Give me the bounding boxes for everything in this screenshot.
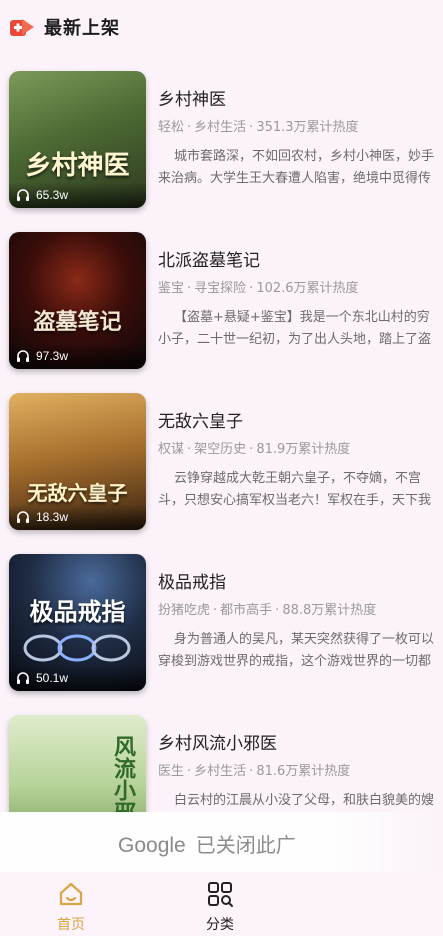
- book-description: 【盗墓+悬疑+鉴宝】我是一个东北山村的穷小子，二十世一纪初，为了出人头地，踏上了…: [158, 310, 432, 347]
- book-title: 乡村风流小邪医: [158, 734, 277, 754]
- ad-closed-label: 已关闭此广: [195, 835, 296, 857]
- book-tag: 医生: [158, 764, 185, 779]
- book-info[interactable]: 北派盗墓笔记 鉴宝 · 寻宝探险 · 102.6万累计热度 【盗墓+悬疑+鉴宝】我是一个…: [158, 249, 436, 351]
- headphones-icon: [17, 350, 29, 362]
- book-tag: 扮猪吃虎: [158, 603, 211, 618]
- cover-title: 乡村神医: [25, 151, 130, 181]
- book-heat: 88.8万累计热度: [282, 603, 377, 618]
- book-description: 白云村的江晨从小没了父母，和肤白貌美的嫂子相依为命。: [174, 793, 435, 808]
- list-item[interactable]: 乡村神医 65.3w 乡村神医 轻松 · 乡村生活 · 351.3万累计热度 城市套路深…: [0, 56, 443, 217]
- play-count-bar: 65.3w: [9, 182, 146, 208]
- book-tag: 权谋: [158, 442, 185, 457]
- list-item[interactable]: 极品戒指 50.1w 极品戒指 扮猪吃虎 · 都市高手 · 88.8万累计热度 身为普通…: [0, 539, 443, 700]
- book-heat: 351.3万累计热度: [256, 120, 359, 135]
- cover-title: 极品戒指: [29, 597, 126, 626]
- play-count: 65.3w: [36, 188, 69, 202]
- app-logo-icon: [10, 19, 34, 36]
- book-category: 乡村生活: [194, 120, 247, 135]
- book-category: 架空历史: [194, 442, 247, 457]
- book-meta: 扮猪吃虎 · 都市高手 · 88.8万累计热度: [158, 603, 377, 618]
- book-cover[interactable]: 乡村神医 65.3w: [9, 71, 146, 208]
- book-description: 云铮穿越成大乾王朝六皇子，不夺嫡，不宫斗，只想安心搞军权当老六！军权在手，天下我…: [158, 471, 432, 508]
- book-meta: 医生 · 乡村生活 · 81.6万累计热度: [158, 764, 351, 779]
- book-category: 寻宝探险: [194, 281, 247, 296]
- play-count-bar: 97.3w: [9, 343, 146, 369]
- book-heat: 81.9万累计热度: [256, 442, 351, 457]
- list-item[interactable]: 风流小邪医 乡村风流小邪医 医生 · 乡村生活 · 81.6万累计热度 白云村的江晨从小…: [0, 700, 443, 813]
- book-tag: 轻松: [158, 120, 185, 135]
- section-title: 最新上架: [44, 18, 120, 39]
- nav-home[interactable]: 首页: [21, 872, 121, 936]
- book-meta: 鉴宝 · 寻宝探险 · 102.6万累计热度: [158, 281, 359, 296]
- book-description: 身为普通人的吴凡，某天突然获得了一枚可以穿梭到游戏世界的戒指，这个游戏世界的一切…: [158, 632, 435, 669]
- bottom-nav: 首页 分类: [0, 872, 443, 936]
- book-title: 无敌六皇子: [158, 412, 243, 432]
- book-info[interactable]: 乡村风流小邪医 医生 · 乡村生活 · 81.6万累计热度 白云村的江晨从小没了父母，和…: [158, 732, 436, 813]
- book-info[interactable]: 极品戒指 扮猪吃虎 · 都市高手 · 88.8万累计热度 身为普通人的吴凡，某天突然获得…: [158, 571, 436, 673]
- book-info[interactable]: 乡村神医 轻松 · 乡村生活 · 351.3万累计热度 城市套路深，不如回农村，乡村小神…: [158, 88, 436, 190]
- book-cover[interactable]: 盗墓笔记 97.3w: [9, 232, 146, 369]
- play-count: 18.3w: [36, 510, 69, 524]
- play-count: 97.3w: [36, 349, 69, 363]
- book-meta: 权谋 · 架空历史 · 81.9万累计热度: [158, 442, 351, 457]
- book-heat: 81.6万累计热度: [256, 764, 351, 779]
- category-grid-icon: [208, 882, 233, 907]
- nav-home-label: 首页: [57, 917, 85, 933]
- book-tag: 鉴宝: [158, 281, 185, 296]
- book-title: 乡村神医: [158, 90, 226, 110]
- book-heat: 102.6万累计热度: [256, 281, 359, 296]
- nav-category[interactable]: 分类: [170, 872, 270, 936]
- book-title: 北派盗墓笔记: [158, 251, 260, 271]
- book-title: 极品戒指: [158, 573, 226, 593]
- headphones-icon: [17, 189, 29, 201]
- book-category: 乡村生活: [194, 764, 247, 779]
- cover-title: 风流小邪医: [110, 735, 136, 813]
- cover-title: 无敌六皇子: [27, 481, 128, 505]
- play-count-bar: 50.1w: [9, 665, 146, 691]
- headphones-icon: [17, 672, 29, 684]
- book-cover[interactable]: 极品戒指 50.1w: [9, 554, 146, 691]
- book-cover[interactable]: 风流小邪医: [9, 715, 146, 813]
- play-count-bar: 18.3w: [9, 504, 146, 530]
- rings-illustration: [23, 634, 131, 662]
- book-info[interactable]: 无敌六皇子 权谋 · 架空历史 · 81.9万累计热度 云铮穿越成大乾王朝六皇子，不夺嫡…: [158, 410, 436, 512]
- nav-category-label: 分类: [206, 917, 234, 933]
- header: 最新上架: [0, 0, 443, 56]
- list-item[interactable]: 无敌六皇子 18.3w 无敌六皇子 权谋 · 架空历史 · 81.9万累计热度 云铮穿越…: [0, 378, 443, 539]
- play-count: 50.1w: [36, 671, 69, 685]
- cover-title: 盗墓笔记: [33, 309, 122, 335]
- book-list[interactable]: 乡村神医 65.3w 乡村神医 轻松 · 乡村生活 · 351.3万累计热度 城市套路深…: [0, 56, 443, 813]
- headphones-icon: [17, 511, 29, 523]
- book-description: 城市套路深，不如回农村，乡村小神医，妙手来治病。大学生王大春遭人陷害，绝境中觅得…: [158, 149, 435, 186]
- book-category: 都市高手: [220, 603, 273, 618]
- closed-ad-text: Google 已关闭此广: [118, 829, 296, 858]
- google-logo-text: Google: [118, 834, 186, 857]
- list-item[interactable]: 盗墓笔记 97.3w 北派盗墓笔记 鉴宝 · 寻宝探险 · 102.6万累计热度 【盗墓…: [0, 217, 443, 378]
- home-icon: [59, 882, 83, 906]
- book-meta: 轻松 · 乡村生活 · 351.3万累计热度: [158, 120, 359, 135]
- book-cover[interactable]: 无敌六皇子 18.3w: [9, 393, 146, 530]
